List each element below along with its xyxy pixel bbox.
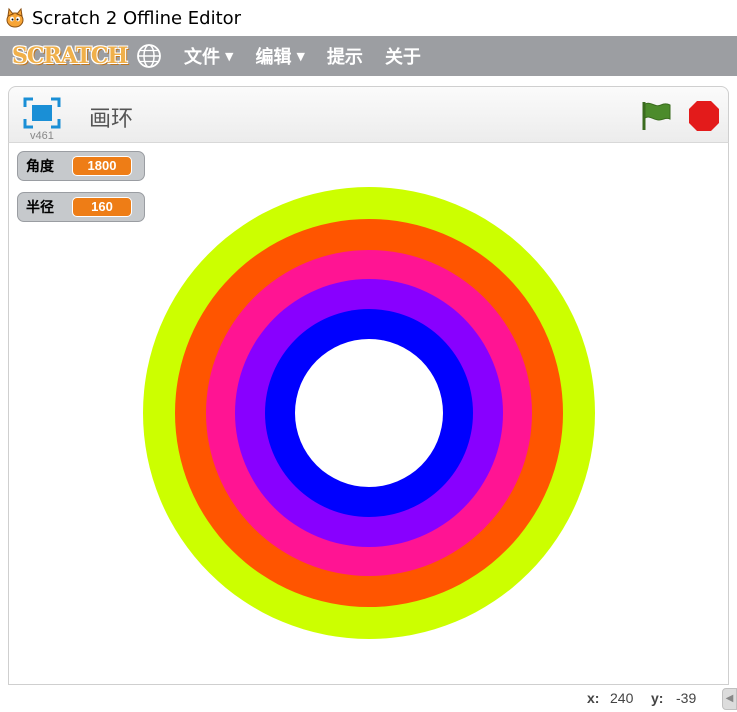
menu-about[interactable]: 关于 (385, 43, 421, 69)
monitor-value: 160 (72, 197, 132, 217)
stage-header: v461 画环 (8, 86, 729, 142)
mouse-x-label: x: (587, 690, 600, 706)
version-label: v461 (30, 130, 54, 142)
scratch-logo[interactable]: SCRATCH (12, 43, 128, 69)
ring-6 (295, 339, 443, 487)
variable-monitor-radius[interactable]: 半径 160 (17, 192, 145, 222)
chevron-down-icon: ▼ (296, 49, 305, 63)
green-flag-icon[interactable] (639, 99, 673, 133)
menu-file-label: 文件 (184, 47, 220, 68)
fullscreen-icon[interactable] (23, 97, 61, 129)
monitor-label: 半径 (26, 200, 54, 216)
variable-monitor-angle[interactable]: 角度 1800 (17, 151, 145, 181)
menu-file[interactable]: 文件 ▼ (184, 43, 233, 69)
status-bar: x: 240 y: -39 ◀ (0, 686, 737, 712)
menu-tips[interactable]: 提示 (327, 43, 363, 69)
mouse-x-value: 240 (610, 690, 634, 706)
stop-icon[interactable] (687, 99, 721, 133)
monitor-value: 1800 (72, 156, 132, 176)
menu-about-label: 关于 (384, 47, 421, 68)
scratch-cat-icon (6, 7, 24, 28)
menu-bar: SCRATCH 文件 ▼ 编辑 ▼ 提示 关于 (0, 36, 737, 76)
window-title-bar: Scratch 2 Offline Editor (0, 0, 737, 36)
project-title[interactable]: 画环 (89, 101, 133, 133)
stage[interactable]: 角度 1800 半径 160 (8, 142, 729, 685)
ring-drawing (143, 187, 595, 639)
scroll-left-arrow-icon[interactable]: ◀ (722, 688, 737, 710)
monitor-label: 角度 (26, 159, 54, 175)
menu-edit[interactable]: 编辑 ▼ (255, 43, 304, 69)
globe-icon[interactable] (136, 43, 162, 69)
window-title: Scratch 2 Offline Editor (32, 7, 242, 29)
chevron-down-icon: ▼ (225, 49, 234, 63)
mouse-y-label: y: (651, 690, 664, 706)
menu-edit-label: 编辑 (255, 47, 292, 68)
mouse-y-value: -39 (676, 690, 697, 706)
menu-tips-label: 提示 (326, 47, 363, 68)
